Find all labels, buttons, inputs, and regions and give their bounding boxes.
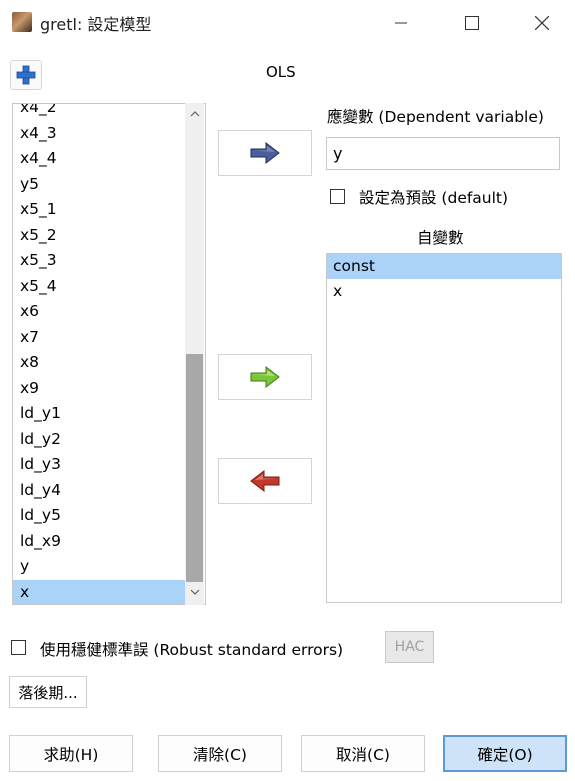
minimize-icon: [395, 22, 407, 24]
right-arrow-icon: [250, 142, 280, 164]
variable-list-item[interactable]: y5: [13, 172, 185, 198]
default-checkbox[interactable]: [330, 189, 345, 204]
lags-button[interactable]: 落後期...: [9, 676, 87, 708]
scroll-down-button[interactable]: [185, 582, 204, 602]
variable-list-item[interactable]: x6: [13, 299, 185, 325]
variable-list-item[interactable]: x5_1: [13, 197, 185, 223]
variable-list-item[interactable]: x9: [13, 376, 185, 402]
model-label: OLS: [266, 63, 296, 81]
chevron-up-icon: [190, 111, 199, 117]
variable-list[interactable]: x4_2 x4_3 x4_4 y5 x5_1 x5_2 x5_3 x5_4 x6 x7 x8 x9 ld…: [12, 103, 206, 605]
window-title: gretl: 設定模型: [40, 15, 152, 34]
independent-variables-label: 自變數: [417, 229, 464, 247]
add-button[interactable]: [10, 60, 42, 90]
variable-list-item[interactable]: ld_x9: [13, 529, 185, 555]
cancel-button[interactable]: 取消(C): [301, 735, 425, 772]
ok-button[interactable]: 確定(O): [443, 735, 567, 772]
dependent-variable-field[interactable]: y: [326, 137, 560, 170]
variable-list-item[interactable]: ld_y2: [13, 427, 185, 453]
scroll-up-button[interactable]: [185, 104, 204, 124]
chevron-down-icon: [190, 589, 199, 595]
robust-checkbox[interactable]: [11, 640, 26, 655]
variable-list-item[interactable]: x4_4: [13, 146, 185, 172]
variable-list-item[interactable]: x4_2: [13, 104, 185, 121]
variable-list-item[interactable]: x7: [13, 325, 185, 351]
right-arrow-icon: [250, 366, 280, 388]
independent-list-item[interactable]: const: [327, 254, 561, 279]
dependent-variable-label: 應變數 (Dependent variable): [327, 108, 544, 126]
scroll-thumb[interactable]: [186, 354, 203, 582]
close-button[interactable]: [519, 0, 565, 46]
title-bar: gretl: 設定模型: [0, 0, 575, 46]
remove-independent-button[interactable]: [218, 458, 312, 504]
maximize-button[interactable]: [449, 0, 495, 46]
close-icon: [535, 16, 549, 30]
variable-list-item[interactable]: x8: [13, 350, 185, 376]
variable-list-item[interactable]: ld_y1: [13, 401, 185, 427]
variable-list-item[interactable]: ld_y3: [13, 452, 185, 478]
variable-list-item[interactable]: x5_3: [13, 248, 185, 274]
variable-list-item[interactable]: ld_y5: [13, 503, 185, 529]
left-arrow-icon: [250, 470, 280, 492]
help-button[interactable]: 求助(H): [9, 735, 133, 772]
independent-variables-list[interactable]: const x: [326, 253, 562, 603]
hac-button[interactable]: HAC: [385, 631, 434, 663]
maximize-icon: [465, 16, 479, 30]
clear-button[interactable]: 清除(C): [158, 735, 282, 772]
independent-list-item[interactable]: x: [327, 279, 561, 304]
default-label: 設定為預設 (default): [359, 189, 509, 207]
robust-label: 使用穩健標準誤 (Robust standard errors): [40, 641, 344, 659]
variable-list-item[interactable]: x5_2: [13, 223, 185, 249]
set-dependent-button[interactable]: [218, 130, 312, 176]
variable-list-item[interactable]: x4_3: [13, 121, 185, 147]
variable-list-item[interactable]: y: [13, 554, 185, 580]
add-independent-button[interactable]: [218, 354, 312, 400]
app-icon: [12, 12, 32, 32]
variable-list-item[interactable]: x: [13, 579, 185, 604]
plus-icon: [16, 65, 36, 85]
variable-list-item[interactable]: x5_4: [13, 274, 185, 300]
variable-list-item[interactable]: ld_y4: [13, 478, 185, 504]
minimize-button[interactable]: [378, 0, 424, 46]
